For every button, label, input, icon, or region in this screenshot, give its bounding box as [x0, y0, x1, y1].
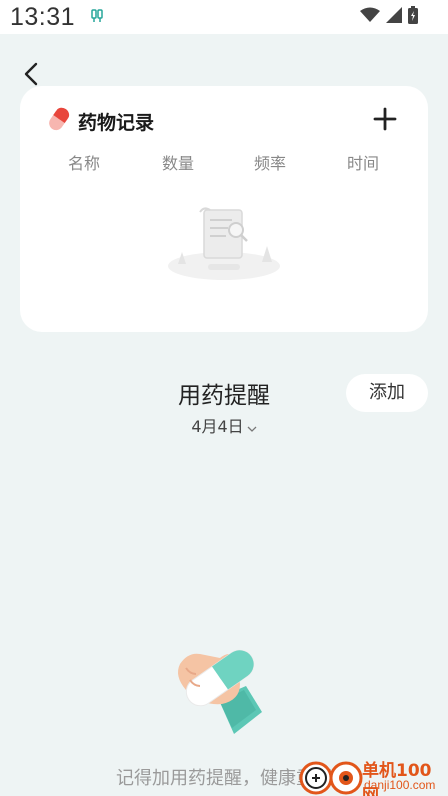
- watermark-url: danji100.com: [364, 778, 436, 792]
- medication-record-card: 药物记录 名称 数量 频率 时间: [20, 86, 428, 332]
- status-time: 13:31: [10, 3, 76, 31]
- card-title: 药物记录: [78, 111, 155, 134]
- hand-pill-illustration: [160, 628, 280, 748]
- empty-document-icon: [164, 202, 284, 282]
- column-header-frequency: 频率: [253, 154, 286, 173]
- date-label: 4月4日: [191, 417, 244, 436]
- card-title-row: 药物记录: [48, 106, 154, 136]
- plus-icon: [373, 107, 397, 131]
- column-header-time: 时间: [346, 154, 379, 173]
- back-button[interactable]: [18, 60, 46, 88]
- column-header-quantity: 数量: [161, 154, 194, 173]
- signal-icon: [386, 7, 402, 27]
- column-headers: 名称 数量 频率 时间: [20, 150, 428, 174]
- status-bar: 13:31: [0, 0, 448, 34]
- wifi-icon: [360, 7, 380, 27]
- watermark-logo-icon: [298, 756, 364, 796]
- status-icons: [360, 6, 418, 28]
- battery-icon: [408, 6, 418, 28]
- column-header-name: 名称: [67, 154, 100, 173]
- watermark: 单机100网 danji100.com: [298, 754, 448, 796]
- chevron-down-icon: [247, 418, 257, 437]
- pill-icon: [48, 106, 70, 136]
- date-picker[interactable]: 4月4日: [0, 413, 448, 437]
- notification-icon: [91, 8, 103, 27]
- back-arrow-icon: [24, 62, 38, 86]
- add-reminder-button[interactable]: 添加: [346, 374, 428, 412]
- add-medication-button[interactable]: [370, 104, 400, 134]
